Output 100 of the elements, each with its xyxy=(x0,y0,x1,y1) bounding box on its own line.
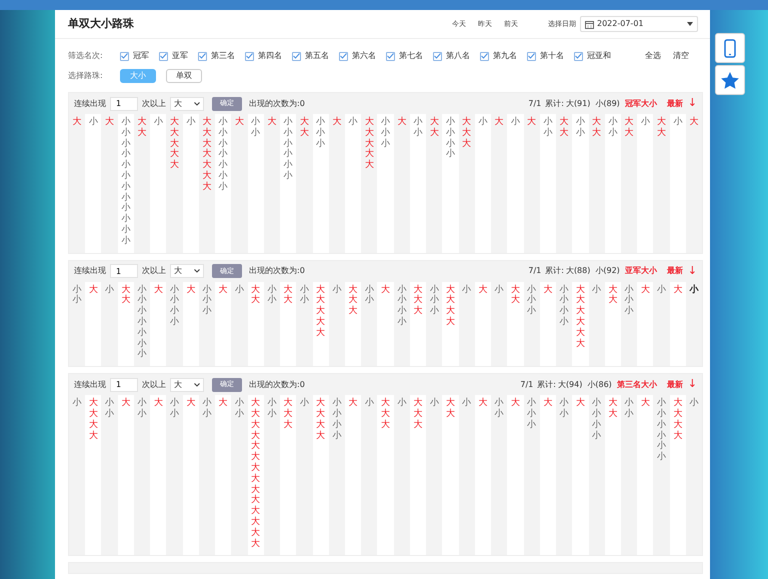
road-cell: 小 xyxy=(657,452,666,463)
road-cell-text: 大 xyxy=(284,284,293,295)
road-cell-text: 大 xyxy=(138,117,147,128)
rank-checkbox[interactable]: 冠军 xyxy=(120,50,149,62)
streak-suffix: 次以上 xyxy=(142,265,166,278)
road-cell-text: 大 xyxy=(170,128,180,138)
road-cell-text: 小 xyxy=(218,149,228,160)
road-cell-text: 大 xyxy=(300,117,309,128)
streak-input[interactable]: 1 xyxy=(110,378,138,392)
road-cell-text: 大 xyxy=(364,117,374,128)
rank-checkbox[interactable]: 第六名 xyxy=(339,50,376,62)
road-cell: 小 xyxy=(494,408,504,420)
road-cell: 小 xyxy=(397,398,406,409)
type-select[interactable]: 大 xyxy=(170,378,204,392)
road-cell: 小 xyxy=(494,284,504,296)
sort-arrow[interactable]: ↓ xyxy=(688,262,697,280)
road-cell: 小 xyxy=(316,138,326,150)
road-cell: 大 xyxy=(251,295,260,306)
date-field[interactable]: 2022-07-01 xyxy=(580,16,698,32)
favorite-button[interactable] xyxy=(715,65,745,95)
road-cell-text: 大 xyxy=(88,408,98,420)
road-cell: 小 xyxy=(138,408,147,420)
type-select[interactable]: 大 xyxy=(170,96,204,110)
road-cell-text: 小 xyxy=(138,316,147,328)
road-cell-text: 大 xyxy=(364,149,374,160)
rank-checkbox[interactable]: 第三名 xyxy=(198,50,235,62)
road-cell: 小 xyxy=(121,236,130,247)
road-cell: 大 xyxy=(657,128,666,139)
road-cell-text: 大 xyxy=(608,398,618,408)
latest-link[interactable]: 最新 xyxy=(666,265,683,278)
road-cell: 大 xyxy=(560,128,569,139)
rank-checkbox[interactable]: 第九名 xyxy=(480,50,517,62)
road-cell: 小 xyxy=(592,284,602,296)
road-cell-text: 大 xyxy=(316,408,326,420)
road-cell-text: 大 xyxy=(462,128,472,138)
road-cell-text: 小 xyxy=(121,160,130,170)
road-cell-text: 小 xyxy=(624,284,634,295)
streak-suffix: 次以上 xyxy=(142,378,166,391)
road-cell: 大 xyxy=(478,284,488,296)
road-cell-text: 大 xyxy=(251,284,260,295)
road-cell: 小 xyxy=(154,117,163,128)
road-cell: 大 xyxy=(608,295,618,306)
road-cell-text: 大 xyxy=(251,474,260,484)
road-cell: 大 xyxy=(154,398,163,409)
check-icon xyxy=(575,53,582,59)
road-cell: 小 xyxy=(364,295,374,306)
streak-input[interactable]: 1 xyxy=(110,96,138,110)
filter-action-link[interactable]: 清空 xyxy=(673,50,689,62)
streak-label: 连续出现 xyxy=(74,378,106,391)
road-cell-text: 小 xyxy=(624,295,634,306)
road-cell-text: 小 xyxy=(657,408,666,420)
latest-link[interactable]: 最新 xyxy=(666,98,683,110)
road-cell: 大 xyxy=(316,430,326,442)
road-cell: 大 xyxy=(510,295,520,306)
sort-arrow[interactable]: ↓ xyxy=(688,376,697,393)
small-total: 小(89) xyxy=(595,98,620,110)
road-cell-text: 大 xyxy=(446,295,455,306)
check-icon xyxy=(387,53,394,59)
road-cell: 小 xyxy=(138,349,147,360)
total-label: 累计: xyxy=(537,378,556,391)
road-cell-text: 大 xyxy=(202,149,212,160)
road-cell-text: 大 xyxy=(202,170,212,182)
road-cell: 大 xyxy=(170,160,180,171)
road-cell-text: 小 xyxy=(218,138,228,149)
streak-input[interactable]: 1 xyxy=(110,264,138,278)
rank-checkbox[interactable]: 第五名 xyxy=(292,50,329,62)
big-total: 大(91) xyxy=(566,98,590,110)
road-cell: 大 xyxy=(267,117,276,128)
road-cell-text: 小 xyxy=(381,117,390,128)
total-label: 累计: xyxy=(545,265,564,278)
latest-link[interactable]: 最新 xyxy=(666,378,683,391)
road-cell: 小 xyxy=(690,398,699,409)
road-cell-text: 大 xyxy=(121,284,130,295)
road-type-button[interactable]: 单双 xyxy=(166,69,202,83)
rank-checkbox[interactable]: 第八名 xyxy=(433,50,470,62)
rank-checkbox[interactable]: 第十名 xyxy=(527,50,564,62)
road-cell-text: 大 xyxy=(414,295,423,306)
chevron-icon xyxy=(194,382,200,387)
filter-action-link[interactable]: 全选 xyxy=(645,50,661,62)
road-cell: 小 xyxy=(560,316,569,328)
road-cell-text: 小 xyxy=(446,128,455,138)
sort-arrow[interactable]: ↓ xyxy=(688,95,697,112)
check-icon xyxy=(199,53,206,59)
rank-checkbox[interactable]: 冠亚和 xyxy=(574,50,611,62)
road-cell: 大 xyxy=(414,420,423,431)
road-cell-text: 大 xyxy=(381,408,390,420)
road-cell-text: 小 xyxy=(121,192,130,203)
type-select[interactable]: 大 xyxy=(170,264,204,278)
road-cell-text: 小 xyxy=(251,117,260,128)
rank-checkbox[interactable]: 第四名 xyxy=(245,50,282,62)
road-cell-text: 小 xyxy=(624,398,634,408)
rank-checkbox[interactable]: 亚军 xyxy=(159,50,188,62)
road-cell-text: 小 xyxy=(560,398,569,408)
mobile-button[interactable] xyxy=(715,33,745,63)
road-cell-text: 大 xyxy=(414,408,423,420)
rank-checkbox[interactable]: 第七名 xyxy=(386,50,423,62)
road-cell: 小 xyxy=(560,408,569,420)
road-cell: 小 xyxy=(72,398,82,409)
road-cell: 大 xyxy=(381,420,390,431)
road-cell-text: 小 xyxy=(234,398,244,408)
